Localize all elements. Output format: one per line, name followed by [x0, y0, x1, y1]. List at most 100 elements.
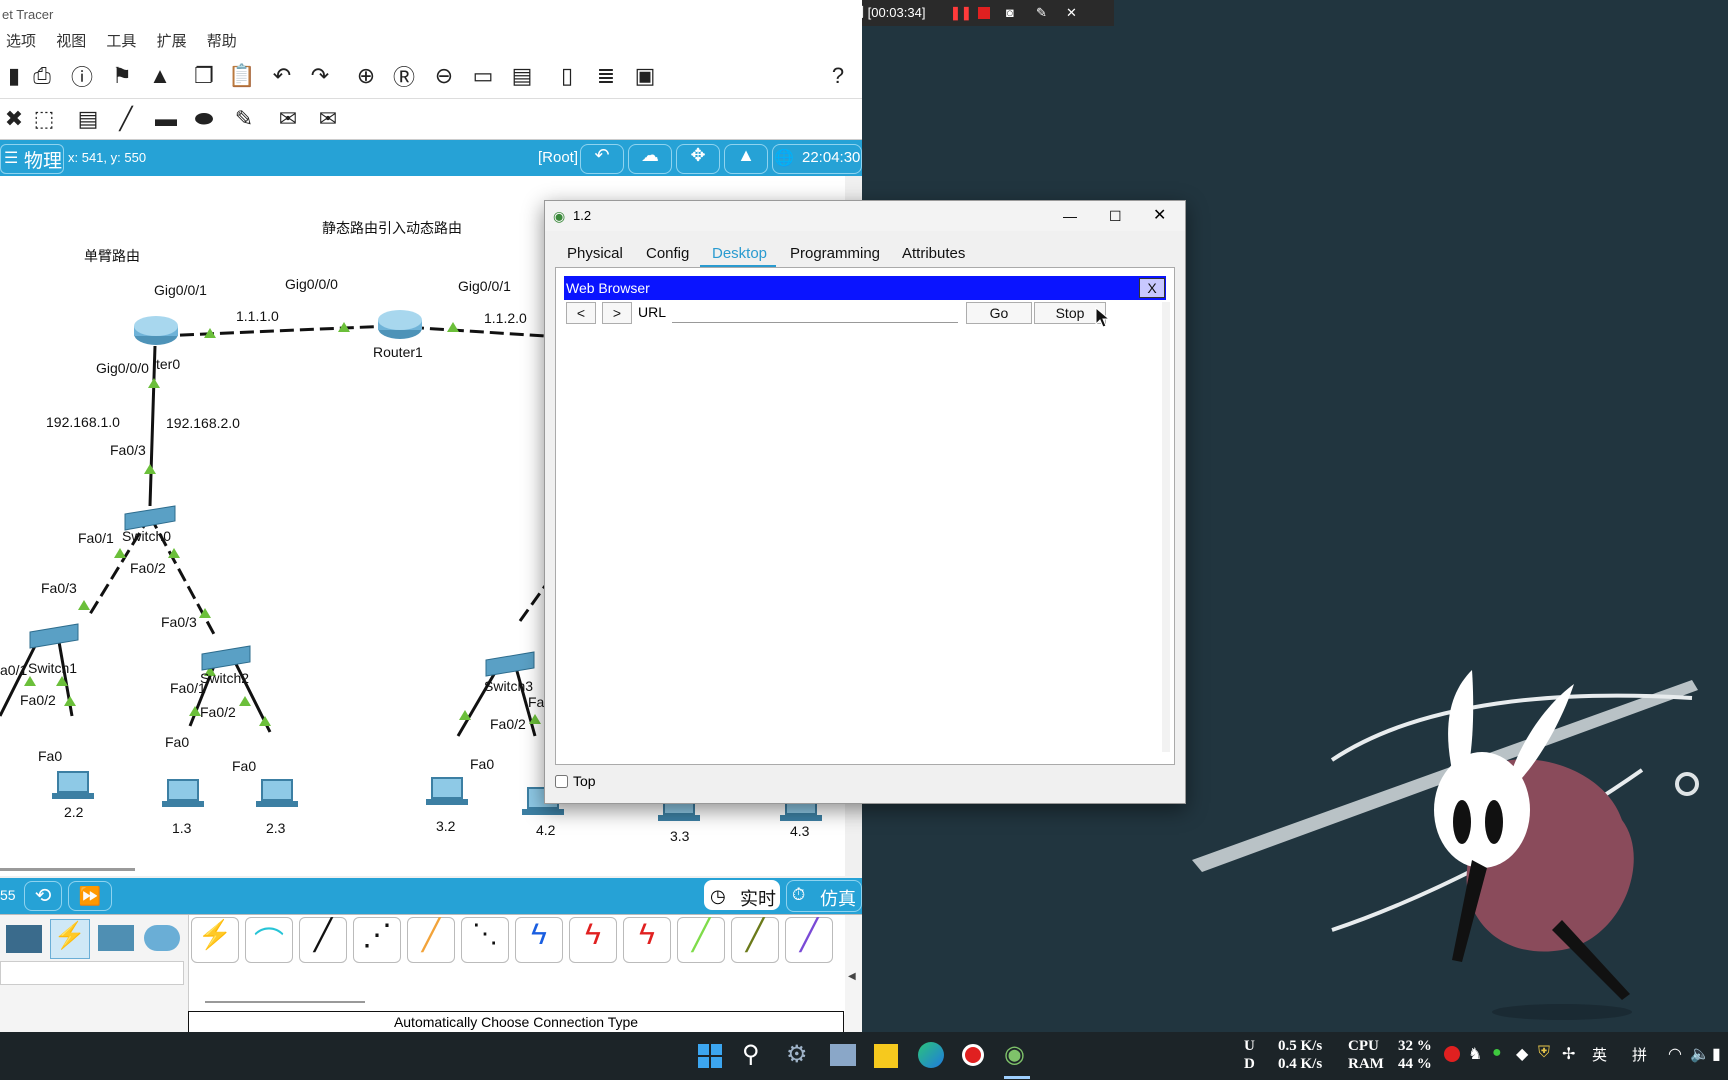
info-icon[interactable]: ⓘ	[68, 62, 96, 90]
search-icon[interactable]: ⚲	[742, 1040, 760, 1069]
menu-options[interactable]: 选项	[6, 30, 36, 54]
camera-icon[interactable]: ◙	[1006, 0, 1014, 26]
ellipse-icon[interactable]: ⬬	[190, 105, 218, 133]
battery-icon[interactable]: ▮	[1712, 1044, 1721, 1064]
zoom-out-icon[interactable]: ⊖	[430, 62, 458, 90]
line-icon[interactable]: ╱	[112, 105, 140, 133]
globe-icon[interactable]: 🌐	[774, 148, 794, 168]
list-icon[interactable]: ☰	[4, 148, 18, 168]
maximize-icon[interactable]: ☐	[1109, 201, 1122, 231]
screenshot-icon[interactable]: ▣	[631, 62, 659, 90]
serial-dce-cable-icon[interactable]: ϟ	[569, 917, 617, 963]
connections-category-icon[interactable]: ⚡	[50, 919, 90, 959]
help-icon[interactable]: ?	[824, 62, 852, 90]
tray-app-icon[interactable]: ♞	[1468, 1044, 1482, 1064]
custom-device-icon[interactable]: ▤	[508, 62, 536, 90]
tray-game-icon[interactable]: ◆	[1516, 1044, 1528, 1064]
packet-tracer-taskbar-icon[interactable]: ◉	[1004, 1040, 1025, 1069]
tab-physical[interactable]: Physical	[567, 245, 623, 262]
settings-icon[interactable]: ⚙	[786, 1040, 808, 1069]
select-area-icon[interactable]: ⬚	[30, 105, 58, 133]
minimize-icon[interactable]: —	[1063, 201, 1077, 231]
new-cluster-icon[interactable]: ☁	[628, 144, 672, 174]
fast-forward-icon[interactable]: ⏩	[68, 881, 112, 911]
auto-connection-icon[interactable]: ⚡	[191, 917, 239, 963]
delete-icon[interactable]: ✖	[0, 105, 28, 133]
start-icon[interactable]	[698, 1044, 722, 1068]
rack-icon[interactable]: ≣	[592, 62, 620, 90]
wechat-icon[interactable]: ●	[1492, 1044, 1502, 1062]
save-icon[interactable]: ▮	[0, 62, 28, 90]
photos-icon[interactable]	[830, 1044, 856, 1066]
cluster-icon[interactable]: ▯	[553, 62, 581, 90]
note-icon[interactable]: ▤	[74, 105, 102, 133]
zoom-reset-icon[interactable]: Ⓡ	[390, 62, 418, 90]
horizontal-scrollbar[interactable]	[0, 868, 135, 871]
close-recorder-icon[interactable]: ✕	[1066, 0, 1077, 26]
crossover-cable-icon[interactable]: ⋰	[353, 917, 401, 963]
move-object-icon[interactable]: ✥	[676, 144, 720, 174]
back-icon[interactable]: ↶	[580, 144, 624, 174]
stop-record-icon[interactable]	[978, 7, 990, 19]
tab-attributes[interactable]: Attributes	[902, 245, 965, 262]
physical-mode[interactable]: 物理	[24, 146, 62, 173]
menu-help[interactable]: 帮助	[207, 30, 237, 54]
paste-icon[interactable]: 📋	[228, 62, 256, 90]
copy-icon[interactable]: ❐	[190, 62, 218, 90]
back-button[interactable]: <	[566, 302, 596, 324]
menu-tools[interactable]: 工具	[106, 30, 136, 54]
end-devices-category-icon[interactable]	[6, 925, 42, 953]
tab-desktop[interactable]: Desktop	[712, 245, 767, 262]
fiber-cable-icon[interactable]: ╱	[407, 917, 455, 963]
iot-cable-icon[interactable]: ╱	[731, 917, 779, 963]
add-pdu-icon[interactable]: ✉	[274, 105, 302, 133]
cloud-category-icon[interactable]	[144, 925, 180, 951]
rectangle-icon[interactable]: ▬	[152, 105, 180, 133]
tab-config[interactable]: Config	[646, 245, 689, 262]
octal-cable-icon[interactable]: ╱	[677, 917, 725, 963]
menu-view[interactable]: 视图	[56, 30, 86, 54]
connection-scrollbar[interactable]	[205, 1001, 365, 1003]
serial-dte-cable-icon[interactable]: ϟ	[623, 917, 671, 963]
go-button[interactable]: Go	[966, 302, 1032, 324]
scroll-arrow-icon[interactable]: ◀	[848, 971, 856, 982]
network-wizard-icon[interactable]: ⚑	[108, 62, 136, 90]
console-cable-icon[interactable]: ⌒	[245, 917, 293, 963]
edge-icon[interactable]	[918, 1042, 944, 1068]
menu-extensions[interactable]: 扩展	[157, 30, 187, 54]
activity-wizard-icon[interactable]: ▲	[146, 62, 174, 90]
root-label[interactable]: [Root]	[538, 149, 578, 166]
pause-icon[interactable]: ❚❚	[950, 0, 972, 26]
web-content-area[interactable]	[564, 330, 1164, 750]
phone-cable-icon[interactable]: ⋱	[461, 917, 509, 963]
complex-pdu-icon[interactable]: ✉	[314, 105, 342, 133]
wifi-icon[interactable]: ◠	[1668, 1044, 1682, 1064]
pen-icon[interactable]: ✎	[1036, 0, 1047, 26]
recorder-app-icon[interactable]	[962, 1044, 984, 1066]
usb-cable-icon[interactable]: ╱	[785, 917, 833, 963]
straight-through-cable-icon[interactable]: ╱	[299, 917, 347, 963]
forward-button[interactable]: >	[602, 302, 632, 324]
sticky-notes-icon[interactable]	[874, 1044, 898, 1068]
top-checkbox[interactable]	[555, 775, 568, 788]
components-category-icon[interactable]	[98, 925, 134, 951]
coaxial-cable-icon[interactable]: ϟ	[515, 917, 563, 963]
redo-icon[interactable]: ↷	[306, 62, 334, 90]
palette-icon[interactable]: ▭	[469, 62, 497, 90]
tray-record-icon[interactable]	[1444, 1046, 1460, 1062]
web-browser-close-button[interactable]: X	[1139, 278, 1165, 298]
reset-time-icon[interactable]: ⟲	[24, 881, 62, 911]
zoom-in-icon[interactable]: ⊕	[352, 62, 380, 90]
close-icon[interactable]: ✕	[1153, 201, 1166, 231]
url-input[interactable]	[672, 302, 958, 323]
ime-mode[interactable]: 拼	[1632, 1044, 1647, 1065]
dialog-title-bar[interactable]: ◉ 1.2 — ☐ ✕	[545, 201, 1185, 231]
ime-language[interactable]: 英	[1592, 1044, 1607, 1065]
volume-icon[interactable]: 🔈	[1690, 1044, 1710, 1064]
tab-programming[interactable]: Programming	[790, 245, 880, 262]
undo-icon[interactable]: ↶	[268, 62, 296, 90]
background-icon[interactable]: ▲	[724, 144, 768, 174]
browser-scrollbar[interactable]	[1162, 302, 1170, 752]
category-list[interactable]	[0, 961, 184, 985]
print-icon[interactable]: ⎙	[28, 62, 56, 90]
